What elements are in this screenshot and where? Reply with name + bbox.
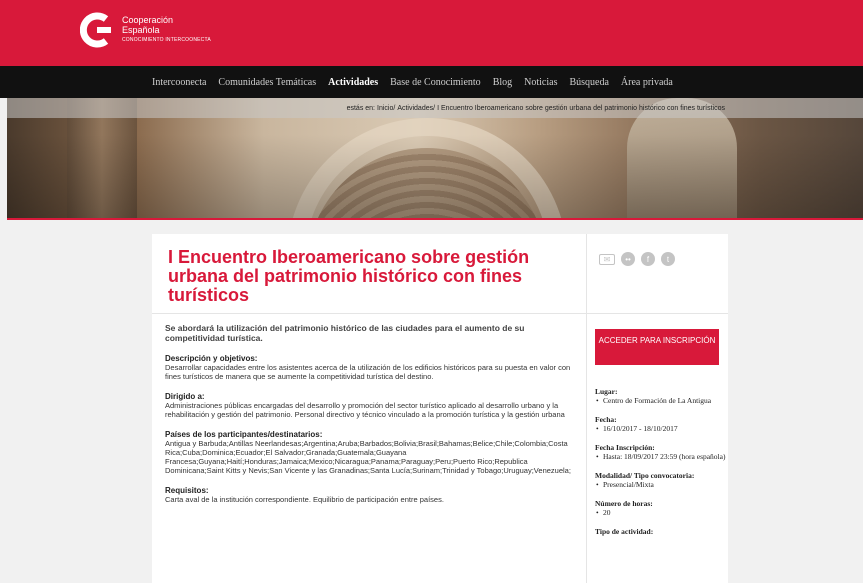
section-text: Administraciones públicas encargadas del… [165, 401, 565, 419]
info-label: Fecha Inscripción: [595, 443, 655, 452]
nav-item-comunidades[interactable]: Comunidades Temáticas [218, 77, 316, 88]
cooperacion-logo-icon [79, 12, 116, 48]
section-text: Carta aval de la institución correspondi… [165, 495, 444, 504]
section-text: Antigua y Barbuda;Antillas Neerlandesas;… [165, 439, 571, 475]
page-title: I Encuentro Iberoamericano sobre gestión… [168, 247, 530, 305]
info-value: Hasta: 18/09/2017 23:59 (hora española) [595, 452, 728, 462]
section-heading: Requisitos: [165, 486, 209, 495]
page: Cooperación Española CONOCIMIENTO INTERC… [0, 0, 863, 583]
article-body: Se abordará la utilización del patrimoni… [152, 314, 586, 583]
article-lead: Se abordará la utilización del patrimoni… [165, 323, 525, 343]
section-heading: Países de los participantes/destinatario… [165, 430, 323, 439]
register-button[interactable]: ACCEDER PARA INSCRIPCIÓN [595, 329, 719, 365]
nav-item-area-privada[interactable]: Área privada [621, 77, 673, 88]
breadcrumb-prefix: estás en: [346, 104, 376, 112]
hero-divider [7, 218, 863, 220]
breadcrumb-section[interactable]: Actividades/ [397, 105, 435, 112]
info-value: Presencial/Mixta [595, 480, 728, 490]
nav-item-blog[interactable]: Blog [493, 77, 512, 88]
brand-line1: Cooperación [122, 15, 174, 25]
nav-item-intercoonecta[interactable]: Intercoonecta [152, 77, 206, 88]
nav-item-actividades[interactable]: Actividades [328, 77, 378, 88]
nav-item-busqueda[interactable]: Búsqueda [569, 77, 608, 88]
content-panel: I Encuentro Iberoamericano sobre gestión… [152, 234, 728, 583]
breadcrumb-home[interactable]: Inicio/ [377, 105, 395, 112]
brand-line3: CONOCIMIENTO INTERCOONECTA [122, 37, 211, 43]
share-bar: ✉ •• f t [586, 234, 728, 314]
info-label: Lugar: [595, 387, 618, 396]
brand-text: Cooperación Española CONOCIMIENTO INTERC… [122, 15, 211, 45]
breadcrumb-current: I Encuentro Iberoamericano sobre gestión… [437, 104, 725, 112]
twitter-icon[interactable]: t [661, 252, 675, 266]
section-heading: Dirigido a: [165, 392, 205, 401]
brand-logo[interactable]: Cooperación Española CONOCIMIENTO INTERC… [79, 12, 211, 48]
info-value: Centro de Formación de La Antigua [595, 396, 728, 406]
info-label: Modalidad/ Tipo convocatoria: [595, 471, 695, 480]
info-label: Tipo de actividad: [595, 527, 654, 536]
activity-info: Lugar: Centro de Formación de La Antigua… [595, 387, 728, 536]
facebook-icon[interactable]: f [641, 252, 655, 266]
nav-item-base-conocimiento[interactable]: Base de Conocimiento [390, 77, 481, 88]
breadcrumb: estás en: Inicio/ Actividades/ I Encuent… [7, 98, 863, 118]
mail-icon[interactable]: ✉ [599, 254, 615, 265]
activity-sidebar: ACCEDER PARA INSCRIPCIÓN Lugar: Centro d… [586, 314, 728, 583]
info-value: 20 [595, 508, 728, 518]
title-box: I Encuentro Iberoamericano sobre gestión… [152, 234, 586, 314]
info-label: Fecha: [595, 415, 617, 424]
info-label: Número de horas: [595, 499, 653, 508]
info-value: 16/10/2017 - 18/10/2017 [595, 424, 728, 434]
nav-item-noticias[interactable]: Noticias [524, 77, 557, 88]
section-heading: Descripción y objetivos: [165, 354, 258, 363]
brand-line2: Española [122, 25, 160, 35]
main-nav: Intercoonecta Comunidades Temáticas Acti… [0, 66, 863, 98]
flickr-icon[interactable]: •• [621, 252, 635, 266]
section-text: Desarrollar capacidades entre los asiste… [165, 363, 571, 381]
site-header: Cooperación Española CONOCIMIENTO INTERC… [0, 0, 863, 66]
